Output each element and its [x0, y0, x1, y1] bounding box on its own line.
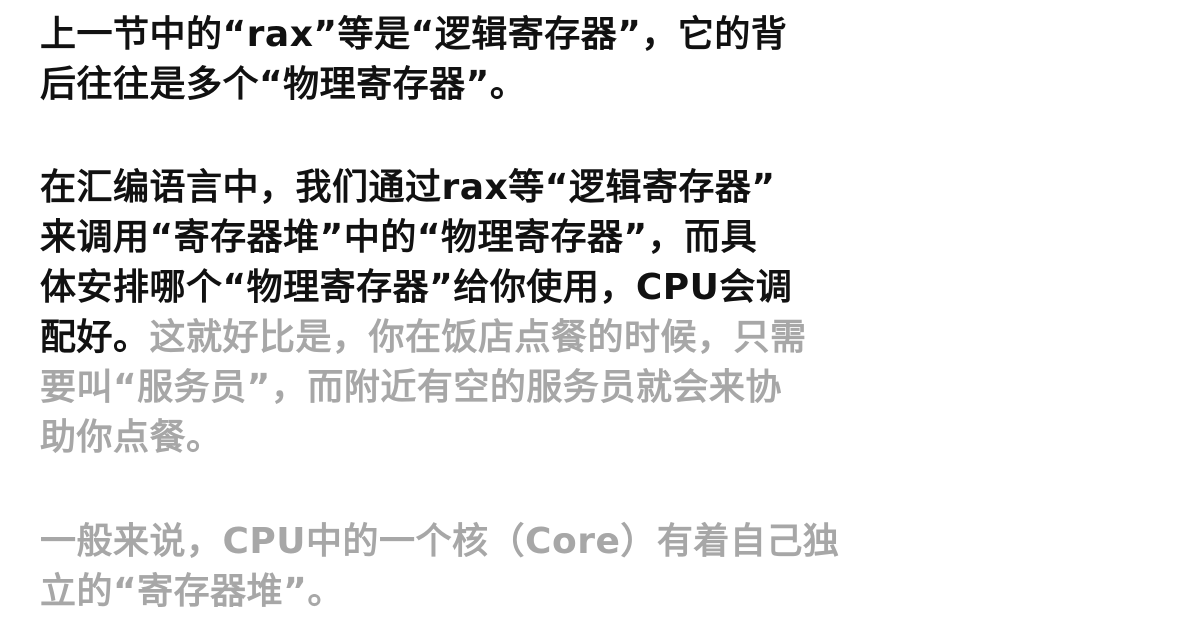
text-line: 体安排哪个“物理寄存器”给你使用，CPU会调	[40, 263, 807, 313]
paragraph-logical-registers: 上一节中的“rax”等是“逻辑寄存器”，它的背 后往往是多个“物理寄存器”。	[40, 10, 787, 110]
text-line: 配好。这就好比是，你在饭店点餐的时候，只需	[40, 313, 807, 363]
highlighted-text: 来调用“寄存器堆”中的“物理寄存器”，而具	[40, 217, 758, 258]
text-line: 要叫“服务员”，而附近有空的服务员就会来协	[40, 363, 807, 413]
highlighted-text: 上一节中的“rax”等是“逻辑寄存器”，它的背	[40, 14, 788, 55]
dimmed-text: 助你点餐。	[40, 417, 223, 458]
paragraph-register-file: 在汇编语言中，我们通过rax等“逻辑寄存器” 来调用“寄存器堆”中的“物理寄存器…	[40, 163, 807, 463]
dimmed-text: 要叫“服务员”，而附近有空的服务员就会来协	[40, 367, 782, 408]
highlighted-text: 配好。	[40, 317, 150, 358]
highlighted-text: 在汇编语言中，我们通过rax等“逻辑寄存器”	[40, 167, 776, 208]
text-line: 在汇编语言中，我们通过rax等“逻辑寄存器”	[40, 163, 807, 213]
highlighted-text: 后往往是多个“物理寄存器”。	[40, 64, 527, 105]
text-line: 后往往是多个“物理寄存器”。	[40, 60, 787, 110]
text-line: 来调用“寄存器堆”中的“物理寄存器”，而具	[40, 213, 807, 263]
dimmed-text: 一般来说，CPU中的一个核（Core）有着自己独	[40, 521, 840, 562]
dimmed-text: 这就好比是，你在饭店点餐的时候，只需	[149, 317, 807, 358]
dimmed-text: 立的“寄存器堆”。	[40, 571, 344, 612]
paragraph-core-register-file: 一般来说，CPU中的一个核（Core）有着自己独 立的“寄存器堆”。	[40, 517, 839, 617]
text-line: 上一节中的“rax”等是“逻辑寄存器”，它的背	[40, 10, 787, 60]
text-line: 立的“寄存器堆”。	[40, 567, 839, 617]
highlighted-text: 体安排哪个“物理寄存器”给你使用，CPU会调	[40, 267, 793, 308]
text-line: 助你点餐。	[40, 413, 807, 463]
text-line: 一般来说，CPU中的一个核（Core）有着自己独	[40, 517, 839, 567]
